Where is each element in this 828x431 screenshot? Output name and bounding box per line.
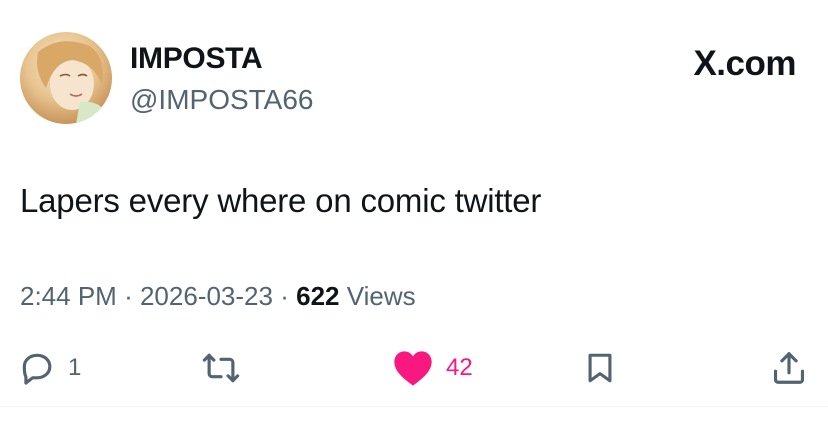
share-icon [770,349,808,387]
meta-separator: · [280,281,289,311]
brand-label: X.com [693,44,796,83]
tweet-text: Lapers every where on comic twitter [20,182,542,219]
tweet-time[interactable]: 2:44 PM [20,281,117,311]
avatar[interactable] [20,32,112,124]
bookmark-icon [583,349,617,387]
display-name[interactable]: IMPOSTA [130,42,263,76]
avatar-image [37,41,106,124]
views-label: Views [346,281,416,311]
tweet-card: IMPOSTA @IMPOSTA66 X.com Lapers every wh… [0,0,828,431]
share-button[interactable] [770,348,808,388]
meta-separator: · [124,281,133,311]
retweet-button[interactable] [200,348,242,388]
user-handle[interactable]: @IMPOSTA66 [130,84,314,116]
reply-count: 1 [68,354,82,381]
bookmark-button[interactable] [583,348,617,388]
like-count: 42 [446,354,473,381]
tweet-date[interactable]: 2026-03-23 [140,281,273,311]
views-count: 622 [296,281,340,311]
retweet-icon [200,349,242,387]
bottom-divider [0,406,828,407]
heart-icon [392,349,434,387]
reply-icon [18,349,56,387]
reply-button[interactable]: 1 [18,348,81,388]
tweet-meta: 2:44 PM · 2026-03-23 · 622 Views [20,281,416,312]
like-button[interactable]: 42 [392,348,473,388]
